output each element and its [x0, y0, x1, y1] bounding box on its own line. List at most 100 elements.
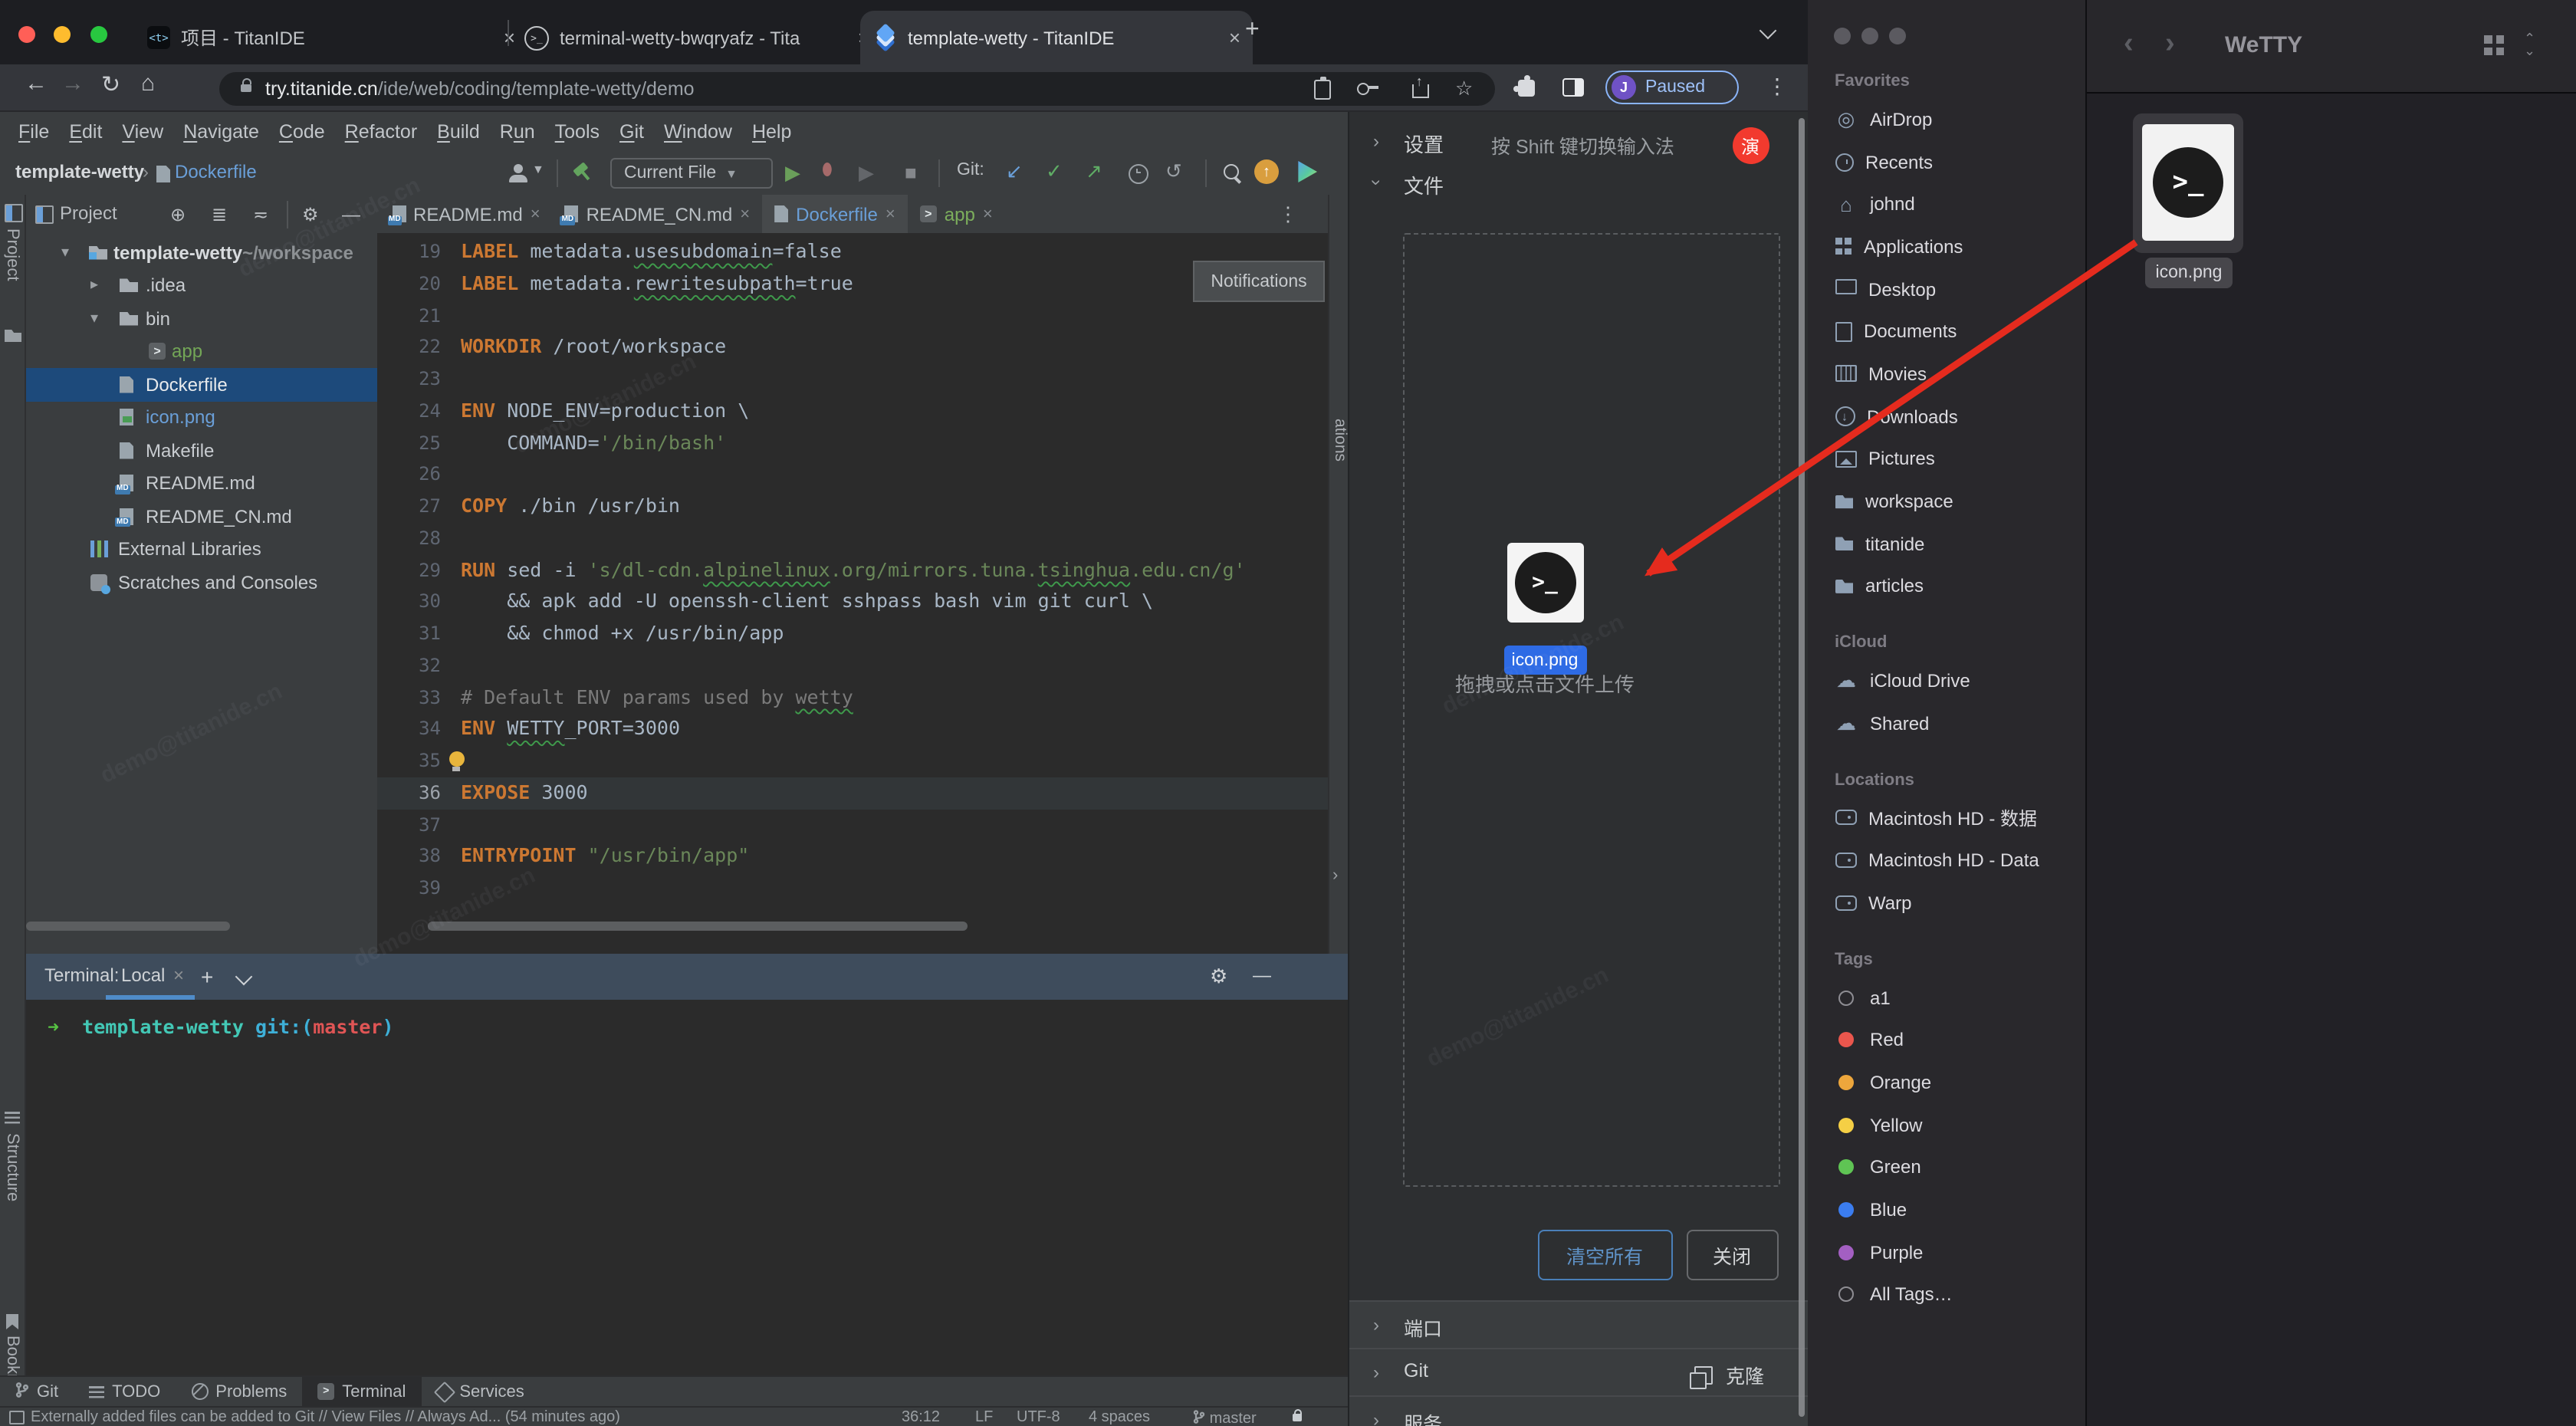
file-name-label[interactable]: icon.png [2145, 258, 2233, 288]
gear-icon[interactable]: ⚙ [302, 204, 319, 225]
line-ending[interactable]: LF [975, 1409, 993, 1426]
bookmark-star-icon[interactable]: ☆ [1455, 76, 1473, 100]
tree-item-Scratches and Consoles[interactable]: Scratches and Consoles [26, 566, 376, 599]
editor-hscrollbar[interactable] [427, 922, 967, 931]
inactive-zoom-button[interactable] [1888, 28, 1905, 44]
structure-icon[interactable] [5, 1112, 20, 1124]
minimize-terminal-icon[interactable]: — [1253, 964, 1271, 986]
git-branch[interactable]: master [1193, 1409, 1257, 1426]
sidebar-item-applications[interactable]: Applications [1807, 225, 2085, 268]
menu-tools[interactable]: Tools [546, 121, 609, 143]
browser-tab-3-active[interactable]: template-wetty - TitanIDE × [860, 11, 1253, 64]
editor-tab-app[interactable]: >app× [908, 195, 1005, 233]
build-hammer-icon[interactable] [573, 163, 593, 182]
notifications-tooltip[interactable]: Notifications [1193, 261, 1325, 302]
menu-code[interactable]: Code [270, 121, 334, 143]
expand-all-icon[interactable]: ≣ [212, 204, 227, 225]
search-icon[interactable] [1224, 164, 1239, 179]
stripe-project-label[interactable]: Project [3, 228, 21, 281]
git-commit-check-icon[interactable]: ✓ [1046, 159, 1063, 184]
toolwindow-terminal[interactable]: >Terminal [302, 1377, 421, 1406]
tree-item-README.md[interactable]: README.md [26, 467, 376, 500]
close-tab-icon[interactable]: × [531, 205, 540, 223]
browser-tab-1[interactable]: <t> 项目 - TitanIDE × [135, 11, 527, 64]
close-tab-icon[interactable]: × [740, 205, 750, 223]
close-window-button[interactable] [18, 26, 35, 43]
inactive-minimize-button[interactable] [1861, 28, 1878, 44]
tree-item-bin[interactable]: ▾bin [26, 302, 376, 335]
stripe-structure-label[interactable]: Structure [3, 1133, 21, 1201]
url-text[interactable]: try.titanide.cn/ide/web/coding/template-… [265, 77, 695, 99]
locate-icon[interactable]: ⊕ [170, 204, 186, 225]
sidebar-item-icloud-drive[interactable]: ☁iCloud Drive [1807, 660, 2085, 702]
indent-setting[interactable]: 4 spaces [1089, 1409, 1150, 1426]
debug-bug-icon[interactable]: ⬮ [822, 161, 833, 181]
code-editor[interactable]: 1920212223242526272829303132333435363738… [376, 233, 1328, 955]
sidebar-item-titanide[interactable]: titanide [1807, 523, 2085, 565]
address-bar[interactable]: try.titanide.cn/ide/web/coding/template-… [219, 71, 1495, 105]
user-icon[interactable] [509, 164, 527, 182]
menu-view[interactable]: View [113, 121, 172, 143]
sidebar-item-downloads[interactable]: Downloads [1807, 396, 2085, 438]
drawer-section-Git[interactable]: ›Git克隆 [1349, 1348, 1807, 1395]
close-button[interactable]: 关闭 [1686, 1230, 1778, 1280]
sidebar-item-red[interactable]: Red [1807, 1019, 2085, 1061]
terminal-tab-local[interactable]: Local [121, 964, 165, 986]
clipboard-icon[interactable] [1314, 79, 1331, 99]
sort-chevrons-icon[interactable]: ⌃⌄ [2524, 32, 2535, 57]
sidebar-item-workspace[interactable]: workspace [1807, 480, 2085, 522]
clone-button[interactable]: 克隆 [1695, 1360, 1764, 1389]
hide-panel-icon[interactable]: — [342, 204, 360, 225]
reload-icon[interactable]: ↻ [101, 71, 120, 98]
sidebar-item-a1[interactable]: a1 [1807, 976, 2085, 1018]
terminal-output[interactable]: ➜ template-wetty git:(master) [48, 1015, 394, 1038]
titanide-logo-icon[interactable] [1296, 161, 1317, 182]
close-tab-icon[interactable]: × [1229, 26, 1240, 49]
sidebar-item-yellow[interactable]: Yellow [1807, 1104, 2085, 1146]
editor-tab-Dockerfile[interactable]: Dockerfile× [762, 195, 908, 233]
clear-all-button[interactable]: 清空所有 [1537, 1230, 1672, 1280]
toolwindow-todo[interactable]: TODO [74, 1377, 176, 1406]
sidebar-item-warp[interactable]: Warp [1807, 882, 2085, 924]
collapse-all-icon[interactable]: ≂ [253, 204, 268, 225]
tree-chevron-icon[interactable]: ▾ [61, 245, 69, 261]
close-tab-icon[interactable]: × [886, 205, 895, 223]
sidebar-item-blue[interactable]: Blue [1807, 1188, 2085, 1230]
uploaded-file-thumbnail[interactable]: >_ [1506, 543, 1583, 623]
sidebar-item-documents[interactable]: Documents [1807, 310, 2085, 353]
intention-bulb-icon[interactable] [449, 751, 464, 767]
caret-position[interactable]: 36:12 [902, 1409, 940, 1426]
expand-drawer-chevron-icon[interactable]: › [1332, 866, 1338, 885]
selected-file-tile[interactable]: >_ [2133, 113, 2243, 253]
files-section-row[interactable]: › 文件 [1349, 167, 1807, 207]
run-dim-icon[interactable]: ▶ [859, 161, 874, 186]
toolwindow-problems[interactable]: Problems [176, 1377, 302, 1406]
run-config-select[interactable]: Current File▼ [610, 158, 773, 189]
menu-refactor[interactable]: Refactor [336, 121, 427, 143]
tree-item-.idea[interactable]: ▸.idea [26, 269, 376, 302]
toolwindow-git[interactable]: Git [0, 1377, 74, 1406]
share-icon[interactable] [1412, 84, 1429, 97]
upload-orange-icon[interactable]: ↑ [1254, 159, 1279, 184]
new-terminal-icon[interactable]: + [201, 964, 213, 989]
sidebar-item-macintosh-hd-data[interactable]: Macintosh HD - Data [1807, 840, 2085, 882]
minimize-window-button[interactable] [54, 26, 71, 43]
sidebar-item-all-tags-[interactable]: All Tags… [1807, 1273, 2085, 1316]
menu-navigate[interactable]: Navigate [174, 121, 268, 143]
menu-git[interactable]: Git [610, 121, 653, 143]
project-hscrollbar[interactable] [26, 922, 230, 931]
tree-item-app[interactable]: >app [26, 335, 376, 368]
view-grid-icon[interactable] [2484, 35, 2504, 55]
editor-tab-README_CN.md[interactable]: README_CN.md× [553, 195, 763, 233]
sidebar-item-purple[interactable]: Purple [1807, 1231, 2085, 1273]
sidebar-item-shared[interactable]: ☁Shared [1807, 702, 2085, 744]
side-panel-icon[interactable] [1562, 78, 1584, 97]
finder-back-icon[interactable]: ‹ [2124, 28, 2134, 61]
breadcrumb-file[interactable]: Dockerfile [175, 161, 257, 182]
close-tab-icon[interactable]: × [983, 205, 993, 223]
terminal-dropdown-chevron-icon[interactable] [235, 968, 253, 986]
sidebar-item-desktop[interactable]: Desktop [1807, 268, 2085, 310]
menu-window[interactable]: Window [655, 121, 741, 143]
home-icon[interactable]: ⌂ [141, 71, 155, 97]
status-message[interactable]: Externally added files can be added to G… [31, 1409, 620, 1426]
